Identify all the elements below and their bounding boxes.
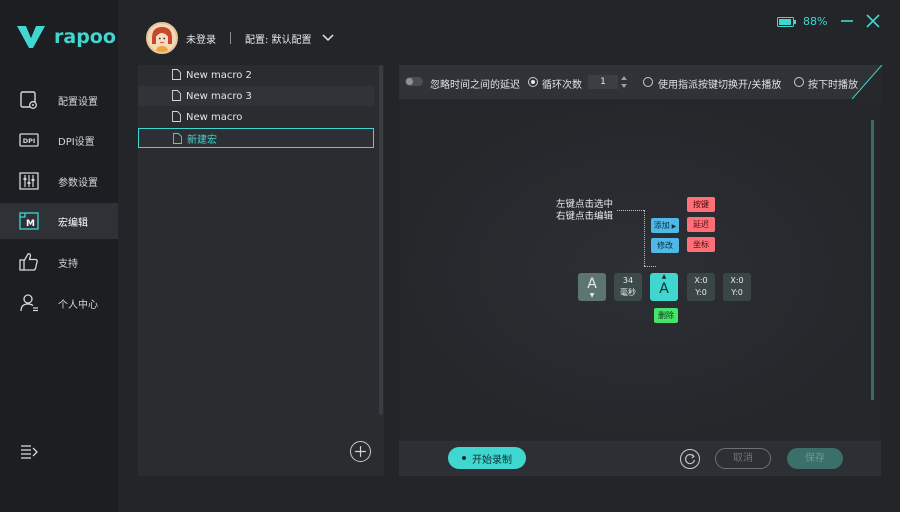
thumbs-up-icon	[19, 253, 38, 271]
hint-connector	[644, 266, 656, 267]
sidebar-item-profile-settings[interactable]: 配置设置	[0, 82, 118, 118]
svg-text:DPI: DPI	[23, 137, 36, 145]
sidebar-item-label: 支持	[58, 258, 78, 270]
dpi-icon: DPI	[19, 133, 39, 147]
svg-text:M: M	[26, 219, 35, 229]
delay-value: 34	[622, 276, 634, 285]
editor-hint: 左键点击选中 右键点击编辑	[556, 199, 613, 223]
toggle-by-key-label: 使用指派按键切换开/关播放	[658, 80, 782, 91]
profile-settings-icon	[20, 91, 37, 109]
hint-connector	[644, 210, 645, 266]
coord-y: Y:0	[731, 288, 743, 297]
ctx-coord-button[interactable]: 坐标	[687, 237, 715, 252]
battery-percent: 88%	[803, 15, 828, 28]
menu-collapse-icon[interactable]	[18, 441, 40, 463]
sidebar-item-label: 个人中心	[58, 299, 98, 311]
config-label: 配置: 默认配置	[245, 34, 312, 46]
battery-icon	[777, 16, 796, 27]
sidebar-item-user-center[interactable]: 个人中心	[0, 285, 118, 321]
coord-x: X:0	[730, 276, 744, 285]
editor-canvas[interactable]	[399, 100, 881, 440]
user-header: 未登录 配置: 默认配置	[146, 22, 334, 54]
key-event-selected[interactable]: ▲ A	[650, 273, 678, 301]
sidebar: rapoo 配置设置 DPI DPI设置 参数设置 M 宏编辑 支持 个人中心	[0, 0, 118, 512]
key-down-arrow-icon: ▼	[589, 292, 595, 299]
hold-to-play-label: 按下时播放	[808, 80, 858, 91]
loop-count-label: 循环次数	[542, 80, 582, 91]
hint-line: 左键点击选中	[556, 199, 614, 210]
macro-name: New macro 3	[186, 90, 252, 102]
document-icon	[172, 111, 181, 122]
sidebar-item-label: 参数设置	[58, 177, 98, 189]
caret-right-icon: ▶	[669, 223, 677, 230]
sidebar-item-support[interactable]: 支持	[0, 244, 118, 280]
minimize-icon[interactable]	[838, 12, 856, 30]
hold-to-play-radio[interactable]	[794, 77, 804, 87]
loop-count-input[interactable]	[588, 75, 618, 89]
coord-event[interactable]: X:0 Y:0	[723, 273, 751, 301]
avatar[interactable]	[146, 22, 178, 54]
ignore-delay-toggle[interactable]	[405, 77, 423, 86]
sidebar-item-dpi[interactable]: DPI DPI设置	[0, 122, 118, 158]
macro-list: New macro 2 New macro 3 New macro 新建宏	[138, 65, 384, 476]
delay-unit: 毫秒	[620, 288, 636, 297]
list-item[interactable]: New macro	[138, 107, 374, 127]
sidebar-item-macro[interactable]: M 宏编辑	[0, 203, 118, 239]
delay-event[interactable]: 34 毫秒	[614, 273, 642, 301]
list-scrollbar[interactable]	[379, 65, 383, 415]
sidebar-item-label: 宏编辑	[58, 217, 88, 229]
document-icon	[172, 90, 181, 101]
macro-name: New macro	[186, 111, 243, 123]
ctx-delay-button[interactable]: 延迟	[687, 217, 715, 232]
header-divider	[230, 32, 231, 44]
sliders-icon	[19, 172, 39, 190]
macro-name: New macro 2	[186, 69, 252, 81]
ignore-delay-label: 忽略时间之间的延迟	[430, 80, 520, 91]
avatar-icon	[152, 27, 172, 52]
chevron-down-icon	[322, 34, 334, 42]
rapoo-logo-icon	[17, 26, 45, 48]
spinner-icon[interactable]	[620, 74, 628, 90]
editor-scrollbar[interactable]	[871, 120, 874, 400]
brand-logo: rapoo	[16, 22, 116, 52]
user-center-icon	[20, 294, 38, 312]
key-char: A	[659, 281, 669, 297]
cancel-button[interactable]: 取消	[715, 448, 771, 469]
user-name[interactable]: 未登录	[186, 31, 216, 46]
save-button[interactable]: 保存	[787, 448, 843, 469]
ctx-delete-button[interactable]: 删除	[654, 308, 678, 323]
ctx-add-label: 添加	[653, 221, 670, 230]
sidebar-item-params[interactable]: 参数设置	[0, 163, 118, 199]
key-event[interactable]: A ▼	[578, 273, 606, 301]
record-dot-icon	[462, 456, 466, 460]
list-item[interactable]: New macro 3	[138, 86, 374, 106]
close-icon[interactable]	[864, 12, 882, 30]
list-item-selected[interactable]: 新建宏	[138, 128, 374, 148]
ctx-modify-button[interactable]: 修改	[651, 238, 679, 253]
document-icon	[173, 133, 182, 144]
brand-name: rapoo	[54, 26, 116, 48]
coord-x: X:0	[694, 276, 708, 285]
ctx-key-button[interactable]: 按键	[687, 197, 715, 212]
loop-count-radio[interactable]	[528, 77, 538, 87]
list-item[interactable]: New macro 2	[138, 65, 374, 85]
toggle-by-key-radio[interactable]	[643, 77, 653, 87]
add-macro-icon[interactable]	[350, 441, 371, 462]
reset-icon[interactable]	[680, 449, 700, 469]
hint-line: 右键点击编辑	[556, 211, 614, 222]
sidebar-item-label: DPI设置	[58, 136, 95, 148]
start-record-button[interactable]: 开始录制	[448, 447, 526, 469]
sidebar-item-label: 配置设置	[58, 96, 98, 108]
key-char: A	[587, 276, 597, 292]
start-record-label: 开始录制	[472, 454, 512, 466]
macro-name: 新建宏	[187, 134, 217, 146]
document-icon	[172, 69, 181, 80]
config-selector[interactable]: 配置: 默认配置	[245, 31, 334, 46]
coord-event[interactable]: X:0 Y:0	[687, 273, 715, 301]
battery-status: 88%	[777, 15, 827, 28]
coord-y: Y:0	[695, 288, 707, 297]
ctx-add-button[interactable]: 添加 ▶	[651, 218, 679, 233]
hint-connector	[617, 210, 644, 211]
macro-icon: M	[19, 212, 39, 230]
